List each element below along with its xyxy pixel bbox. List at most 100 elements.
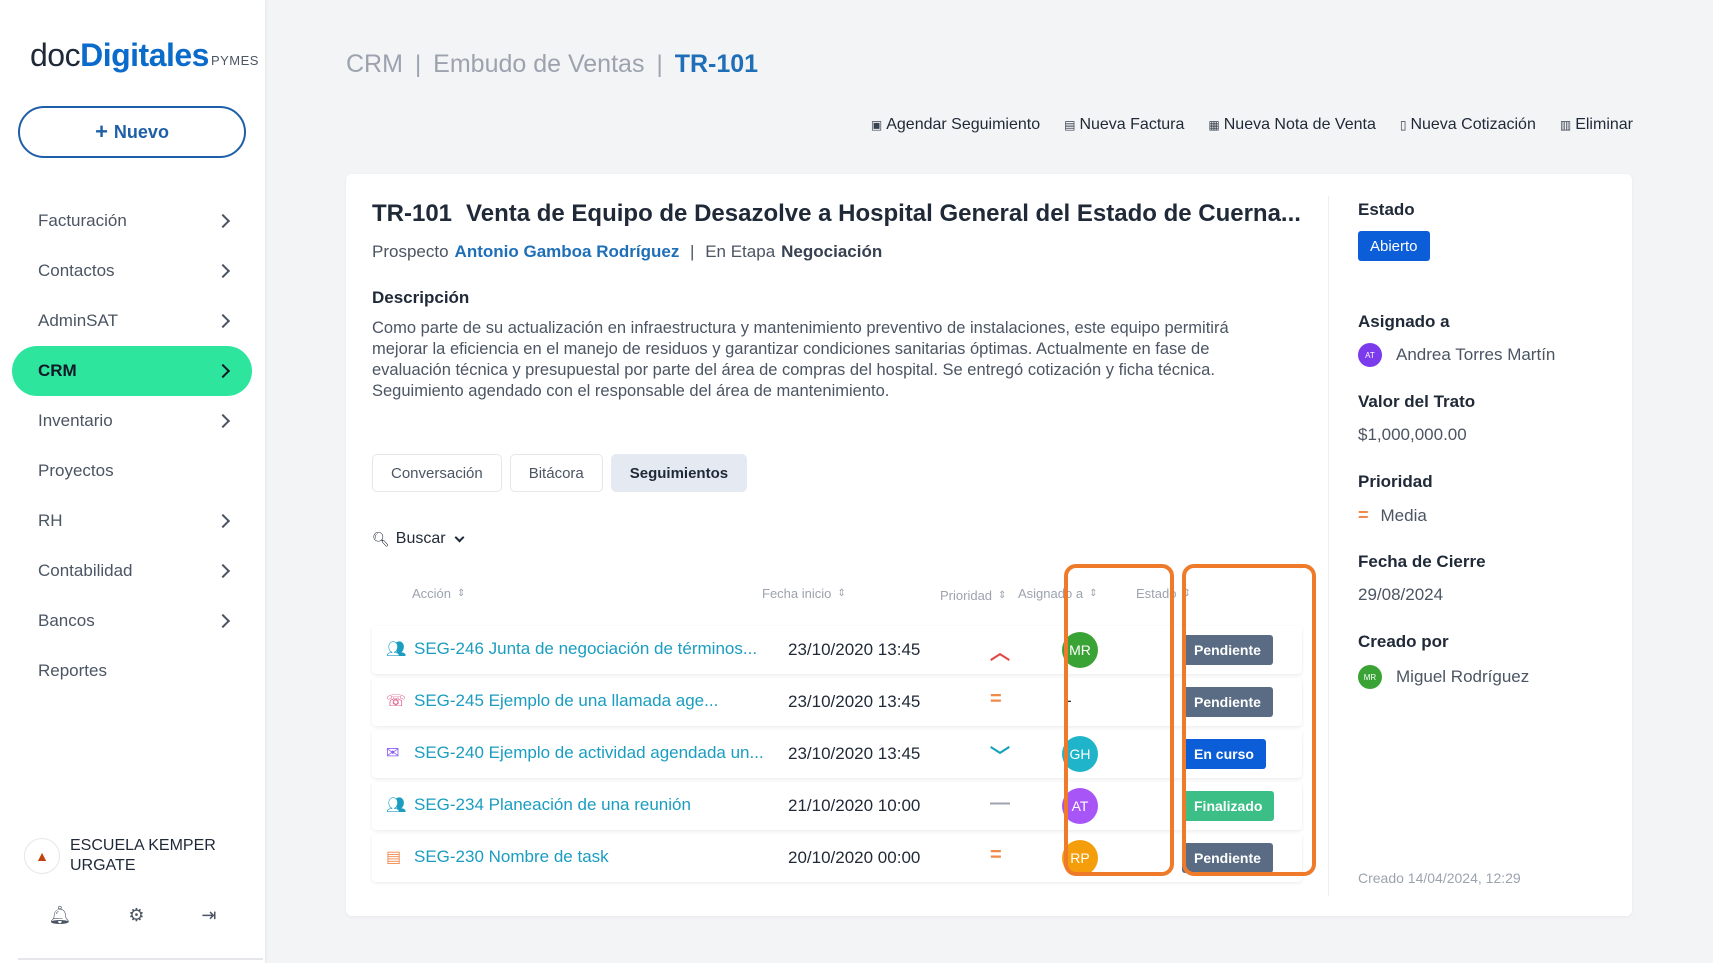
tab-log[interactable]: Bitácora bbox=[509, 454, 603, 492]
created-by-label: Creado por bbox=[1358, 632, 1449, 651]
chevron-down-icon bbox=[454, 532, 465, 542]
priority-field[interactable]: = Media bbox=[1358, 505, 1427, 526]
sidebar-item-contactos[interactable]: Contactos bbox=[12, 246, 252, 296]
sidebar-bottom-icons: 🔔︎ ⚙ ⇥ bbox=[0, 905, 265, 926]
avatar: MR bbox=[1358, 665, 1382, 689]
status-badge[interactable]: Pendiente bbox=[1182, 687, 1273, 717]
avatar[interactable]: MR bbox=[1062, 632, 1098, 668]
header-status[interactable]: Estado ⇕ bbox=[1136, 586, 1191, 601]
sidebar-item-label: Reportes bbox=[38, 661, 107, 680]
avatar[interactable]: GH bbox=[1062, 736, 1098, 772]
table-row[interactable]: ✉ SEG-240 Ejemplo de actividad agendada u… bbox=[372, 730, 1302, 778]
status-field: Abierto bbox=[1358, 231, 1430, 261]
followup-link[interactable]: SEG-230 Nombre de task bbox=[414, 847, 609, 867]
chevron-right-icon bbox=[215, 363, 231, 379]
trash-icon: ▥ bbox=[1559, 118, 1572, 132]
sidebar: doc Digitales PYMES + Nuevo Facturación Con… bbox=[0, 0, 265, 963]
sidebar-item-label: Proyectos bbox=[38, 461, 114, 480]
followup-link[interactable]: SEG-246 Junta de negociación de términos… bbox=[414, 639, 757, 659]
status-badge[interactable]: En curso bbox=[1182, 739, 1266, 769]
brand-part2: Digitales bbox=[80, 37, 209, 73]
sidebar-item-bancos[interactable]: Bancos bbox=[12, 596, 252, 646]
new-invoice-button[interactable]: ▤ Nueva Factura bbox=[1064, 116, 1184, 134]
priority-medium-icon: = bbox=[1358, 505, 1369, 525]
prospect-link[interactable]: Antonio Gamboa Rodríguez bbox=[455, 242, 680, 262]
sidebar-item-proyectos[interactable]: Proyectos bbox=[12, 446, 252, 496]
followup-link[interactable]: SEG-234 Planeación de una reunión bbox=[414, 795, 691, 815]
header-start[interactable]: Fecha inicio ⇕ bbox=[762, 586, 846, 601]
logout-icon[interactable]: ⇥ bbox=[201, 905, 216, 926]
sidebar-item-reportes[interactable]: Reportes bbox=[12, 646, 252, 696]
note-icon: ▤ bbox=[386, 849, 402, 866]
table-row[interactable]: 👥︎ SEG-234 Planeación de una reunión 21/10… bbox=[372, 782, 1302, 830]
table-row[interactable]: ▤ SEG-230 Nombre de task 20/10/2020 00:00 =… bbox=[372, 834, 1302, 882]
description-text: Como parte de su actualización en infrae… bbox=[372, 319, 1229, 400]
new-button[interactable]: + Nuevo bbox=[18, 106, 246, 158]
breadcrumb-crm[interactable]: CRM bbox=[346, 50, 403, 79]
search-label: Buscar bbox=[395, 530, 446, 547]
status-badge[interactable]: Pendiente bbox=[1182, 635, 1273, 665]
header-action[interactable]: Acción ⇕ bbox=[412, 586, 465, 601]
sidebar-item-label: CRM bbox=[38, 361, 77, 380]
description-label: Descripción bbox=[372, 288, 470, 307]
start-date: 21/10/2020 10:00 bbox=[788, 796, 921, 815]
breadcrumb-separator: | bbox=[414, 50, 422, 78]
org-name-line1: ESCUELA KEMPER bbox=[70, 837, 216, 854]
sidebar-nav: Facturación Contactos AdminSAT CRM Inventari… bbox=[12, 196, 252, 696]
breadcrumb-current: TR-101 bbox=[674, 50, 759, 78]
tab-conversation[interactable]: Conversación bbox=[372, 454, 502, 492]
assigned-person[interactable]: AT Andrea Torres Martín bbox=[1358, 343, 1555, 367]
chevron-right-icon bbox=[215, 413, 231, 429]
bell-icon[interactable]: 🔔︎ bbox=[48, 905, 71, 926]
chevron-right-icon bbox=[215, 263, 231, 279]
header-action-label: Acción bbox=[412, 586, 452, 601]
sidebar-item-label: Facturación bbox=[38, 211, 127, 230]
sidebar-item-rh[interactable]: RH bbox=[12, 496, 252, 546]
status-badge[interactable]: Pendiente bbox=[1182, 843, 1273, 873]
brand-logo[interactable]: doc Digitales PYMES bbox=[30, 30, 259, 74]
table-row[interactable]: 👥︎ SEG-246 Junta de negociación de términ… bbox=[372, 626, 1302, 674]
search-dropdown[interactable]: 🔍︎ Buscar bbox=[372, 530, 465, 548]
chevron-right-icon bbox=[215, 613, 231, 629]
avatar[interactable]: RP bbox=[1062, 840, 1098, 876]
sidebar-item-contabilidad[interactable]: Contabilidad bbox=[12, 546, 252, 596]
table-row[interactable]: ☏ SEG-245 Ejemplo de una llamada age... 23… bbox=[372, 678, 1302, 726]
sort-icon: ⇕ bbox=[837, 588, 846, 599]
new-quote-label: Nueva Cotización bbox=[1410, 116, 1536, 133]
sidebar-item-facturacion[interactable]: Facturación bbox=[12, 196, 252, 246]
avatar[interactable]: AT bbox=[1062, 788, 1098, 824]
delete-button[interactable]: ▥ Eliminar bbox=[1560, 116, 1633, 134]
created-timestamp: Creado 14/04/2024, 12:29 bbox=[1358, 870, 1521, 886]
org-name: ESCUELA KEMPER URGATE bbox=[70, 836, 216, 876]
status-badge[interactable]: Abierto bbox=[1358, 231, 1430, 261]
file-icon: ▯ bbox=[1399, 118, 1407, 132]
sidebar-item-adminsat[interactable]: AdminSAT bbox=[12, 296, 252, 346]
sidebar-item-inventario[interactable]: Inventario bbox=[12, 396, 252, 446]
schedule-followup-button[interactable]: ▣ Agendar Seguimiento bbox=[871, 116, 1040, 134]
header-assigned[interactable]: Asignado a ⇕ bbox=[1018, 586, 1097, 601]
sidebar-bottom-divider bbox=[18, 958, 263, 960]
breadcrumb-funnel[interactable]: Embudo de Ventas bbox=[433, 50, 644, 79]
priority-value: Media bbox=[1380, 505, 1427, 525]
header-priority[interactable]: Prioridad ⇕ bbox=[940, 588, 1006, 603]
deal-value-label: Valor del Trato bbox=[1358, 392, 1476, 411]
sidebar-item-label: RH bbox=[38, 511, 63, 530]
organization[interactable]: ▲ ESCUELA KEMPER URGATE bbox=[24, 836, 216, 876]
status-badge[interactable]: Finalizado bbox=[1182, 791, 1275, 821]
avatar: AT bbox=[1358, 343, 1382, 367]
gear-icon[interactable]: ⚙ bbox=[128, 905, 144, 926]
followup-link[interactable]: SEG-240 Ejemplo de actividad agendada un… bbox=[414, 743, 764, 763]
tab-followups[interactable]: Seguimientos bbox=[610, 454, 748, 492]
created-by-person[interactable]: MR Miguel Rodríguez bbox=[1358, 665, 1529, 689]
document-icon: ▦ bbox=[1208, 118, 1220, 132]
start-date: 20/10/2020 00:00 bbox=[788, 848, 921, 867]
new-sale-note-button[interactable]: ▦ Nueva Nota de Venta bbox=[1208, 116, 1375, 134]
new-quote-button[interactable]: ▯ Nueva Cotización bbox=[1400, 116, 1536, 134]
followup-link[interactable]: SEG-245 Ejemplo de una llamada age... bbox=[414, 691, 718, 711]
deal-value: $1,000,000.00 bbox=[1358, 425, 1467, 444]
sidebar-item-crm[interactable]: CRM bbox=[12, 346, 252, 396]
deal-title: TR-101 Venta de Equipo de Desazolve a Hos… bbox=[372, 200, 1312, 228]
header-priority-label: Prioridad bbox=[940, 588, 993, 603]
invoice-icon: ▤ bbox=[1064, 118, 1076, 132]
people-icon: 👥︎ bbox=[386, 641, 407, 658]
